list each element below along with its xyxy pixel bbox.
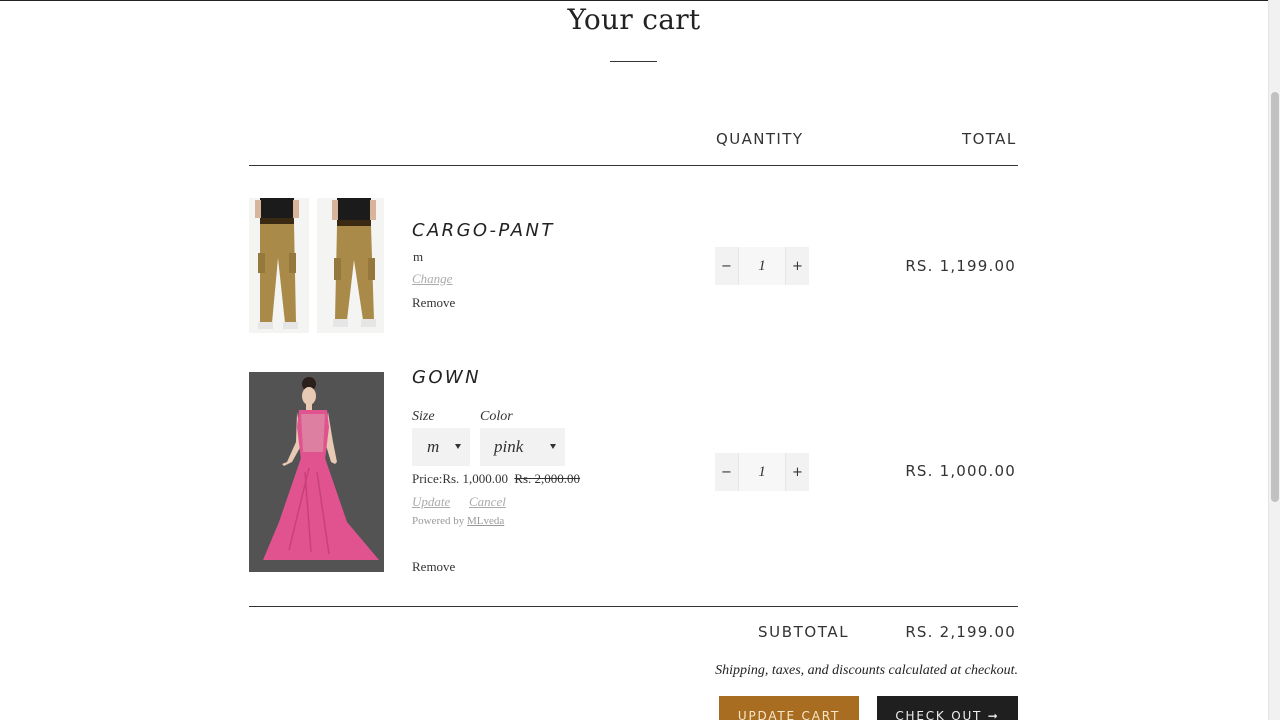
cargo-pant-quantity-stepper: − 1 + xyxy=(715,247,809,285)
size-select[interactable]: m xyxy=(412,428,470,466)
gown-line-total: RS. 1,000.00 xyxy=(905,462,1016,480)
checkout-note: Shipping, taxes, and discounts calculate… xyxy=(715,663,1018,678)
chevron-down-icon xyxy=(550,444,556,449)
total-column-header: TOTAL xyxy=(962,130,1017,148)
increase-quantity-button[interactable]: + xyxy=(786,247,809,285)
change-variant-link[interactable]: Change xyxy=(412,271,452,287)
powered-by-text: Powered by MLveda xyxy=(412,515,504,527)
update-variant-link[interactable]: Update xyxy=(412,494,450,510)
page-title: Your cart xyxy=(567,3,701,36)
top-border xyxy=(0,0,1268,1)
decrease-quantity-button[interactable]: − xyxy=(715,247,738,285)
color-select[interactable]: pink xyxy=(480,428,565,466)
color-label: Color xyxy=(480,409,513,424)
decrease-quantity-button[interactable]: − xyxy=(715,453,738,491)
subtotal-value: RS. 2,199.00 xyxy=(905,623,1016,641)
cargo-pant-variant: m xyxy=(413,249,424,264)
mlveda-link[interactable]: MLveda xyxy=(467,515,504,527)
cancel-variant-link[interactable]: Cancel xyxy=(469,494,506,510)
gown-title[interactable]: GOWN xyxy=(412,367,481,388)
powered-by-label: Powered by xyxy=(412,515,465,527)
quantity-column-header: QUANTITY xyxy=(716,130,804,148)
color-select-value: pink xyxy=(494,437,524,456)
scrollbar[interactable] xyxy=(1268,0,1280,720)
cargo-pant-line-total: RS. 1,199.00 xyxy=(905,257,1016,275)
update-cart-button[interactable]: UPDATE CART xyxy=(719,696,859,720)
scrollbar-thumb[interactable] xyxy=(1271,92,1279,502)
header-divider xyxy=(249,165,1018,166)
size-select-value: m xyxy=(427,437,440,456)
subtotal-label: SUBTOTAL xyxy=(758,623,850,641)
check-out-button[interactable]: CHECK OUT ➞ xyxy=(877,696,1018,720)
increase-quantity-button[interactable]: + xyxy=(786,453,809,491)
gown-image[interactable] xyxy=(249,372,384,572)
pink-gown-photo xyxy=(249,372,384,572)
gown-quantity-stepper: − 1 + xyxy=(715,453,809,491)
current-price: Price:Rs. 1,000.00 xyxy=(412,471,509,486)
quantity-input[interactable]: 1 xyxy=(738,453,786,491)
title-divider xyxy=(610,61,657,62)
cargo-pant-title[interactable]: CARGO-PANT xyxy=(412,220,555,241)
size-label: Size xyxy=(412,409,435,424)
original-price: Rs. 2,000.00 xyxy=(514,471,581,486)
quantity-input[interactable]: 1 xyxy=(738,247,786,285)
gown-price: Price:Rs. 1,000.00 Rs. 2,000.00 xyxy=(412,471,580,487)
remove-gown-link[interactable]: Remove xyxy=(412,559,455,575)
items-divider xyxy=(249,606,1018,607)
remove-cargo-pant-link[interactable]: Remove xyxy=(412,295,455,311)
chevron-down-icon xyxy=(455,444,461,449)
cargo-pant-image[interactable] xyxy=(249,198,384,333)
cargo-pant-photo xyxy=(249,198,384,333)
